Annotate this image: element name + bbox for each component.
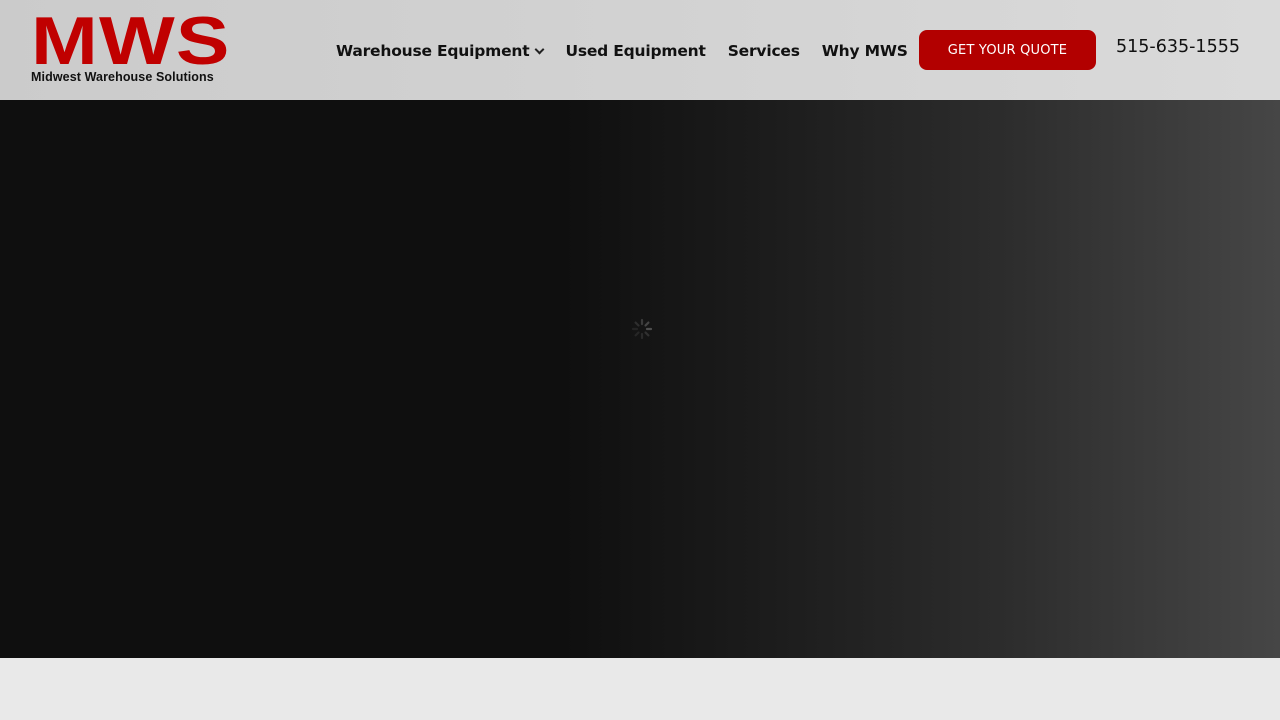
spinner-icon — [631, 318, 653, 340]
logo-tagline: Midwest Warehouse Solutions — [31, 70, 214, 84]
main-nav: Warehouse Equipment Used Equipment Servi… — [336, 38, 908, 64]
nav-item-label: Used Equipment — [565, 42, 706, 60]
nav-item-label: Why MWS — [821, 42, 908, 60]
nav-item-warehouse-equipment[interactable]: Warehouse Equipment — [336, 42, 545, 60]
nav-item-label: Warehouse Equipment — [336, 42, 530, 60]
get-quote-button[interactable]: GET YOUR QUOTE — [919, 30, 1096, 70]
site-header: MWS Midwest Warehouse Solutions Warehous… — [0, 0, 1280, 100]
logo-link[interactable]: MWS Midwest Warehouse Solutions — [31, 3, 231, 88]
nav-item-used-equipment[interactable]: Used Equipment — [565, 42, 705, 60]
chevron-down-icon — [535, 44, 545, 55]
nav-item-label: Services — [727, 42, 800, 60]
nav-item-why-mws[interactable]: Why MWS — [822, 42, 908, 60]
phone-link[interactable]: 515-635-1555 — [1116, 37, 1240, 57]
nav-item-services[interactable]: Services — [728, 42, 800, 60]
hero-banner — [0, 100, 1280, 658]
page-content-area — [0, 658, 1280, 720]
logo-mark: MWS — [31, 3, 231, 79]
